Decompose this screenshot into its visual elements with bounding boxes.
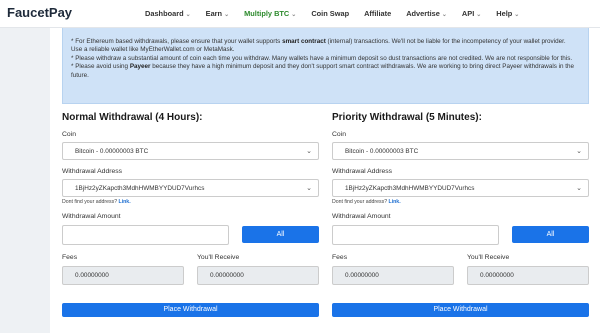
chevron-down-icon: ⌄ xyxy=(441,12,447,18)
notice-line-1: * For Ethereum based withdrawals, please… xyxy=(71,38,580,46)
brand-logo[interactable]: FaucetPay xyxy=(7,5,72,20)
fees-value: 0.00000000 xyxy=(62,266,184,285)
receive-label: You'll Receive xyxy=(467,254,510,261)
receive-box: You'll Receive 0.00000000 xyxy=(197,254,319,285)
nav-coin-swap-label: Coin Swap xyxy=(311,9,350,18)
withdrawal-notice: * For Ethereum based withdrawals, please… xyxy=(62,28,589,104)
address-help-link[interactable]: Link. xyxy=(119,199,131,205)
notice-text: * For Ethereum based withdrawals, please… xyxy=(71,38,283,45)
normal-withdrawal-form: Normal Withdrawal (4 Hours): Coin Bitcoi… xyxy=(62,112,319,317)
nav-advertise-label: Advertise xyxy=(406,9,440,18)
address-help: Dont find your address? Link. xyxy=(332,199,589,205)
address-help: Dont find your address? Link. xyxy=(62,199,319,205)
notice-text: * Please avoid using xyxy=(71,63,130,71)
nav-help-label: Help xyxy=(496,9,513,18)
address-label: Withdrawal Address xyxy=(332,168,393,175)
chevron-down-icon: ⌄ xyxy=(476,12,482,18)
address-select[interactable]: 1BjHz2yZKapcth3MdhHWMBYYDUD7Vurhcs ⌄ xyxy=(62,179,319,197)
place-withdrawal-button[interactable]: Place Withdrawal xyxy=(332,303,589,317)
receive-box: You'll Receive 0.00000000 xyxy=(467,254,589,285)
nav-advertise[interactable]: Advertise ⌄ xyxy=(406,9,447,18)
receive-value: 0.00000000 xyxy=(467,266,589,285)
chevron-down-icon: ⌄ xyxy=(306,148,312,155)
coin-select[interactable]: Bitcoin - 0.00000003 BTC ⌄ xyxy=(62,142,319,160)
fees-box: Fees 0.00000000 xyxy=(62,254,184,285)
all-button[interactable]: All xyxy=(242,226,319,243)
nav-dashboard[interactable]: Dashboard ⌄ xyxy=(145,9,191,18)
notice-bold: smart contract xyxy=(282,38,326,45)
fees-label: Fees xyxy=(62,254,78,261)
coin-select[interactable]: Bitcoin - 0.00000003 BTC ⌄ xyxy=(332,142,589,160)
chevron-down-icon: ⌄ xyxy=(224,12,230,18)
chevron-down-icon: ⌄ xyxy=(576,185,582,192)
nav-dashboard-label: Dashboard xyxy=(145,9,184,18)
address-select-value: 1BjHz2yZKapcth3MdhHWMBYYDUD7Vurhcs xyxy=(75,185,205,192)
receive-value: 0.00000000 xyxy=(197,266,319,285)
amount-input[interactable] xyxy=(332,225,499,245)
amount-label: Withdrawal Amount xyxy=(62,213,121,220)
withdraw-content: * For Ethereum based withdrawals, please… xyxy=(50,28,600,333)
address-help-text: Dont find your address? xyxy=(332,199,388,205)
all-button[interactable]: All xyxy=(512,226,589,243)
main-nav: Dashboard ⌄ Earn ⌄ Multiply BTC ⌄ Coin Swap… xyxy=(145,9,534,18)
address-select-value: 1BjHz2yZKapcth3MdhHWMBYYDUD7Vurhcs xyxy=(345,185,475,192)
place-withdrawal-button[interactable]: Place Withdrawal xyxy=(62,303,319,317)
priority-withdrawal-form: Priority Withdrawal (5 Minutes): Coin Bi… xyxy=(332,112,589,317)
notice-text: (internal) transactions. We'll not be li… xyxy=(325,38,566,45)
chevron-down-icon: ⌄ xyxy=(576,148,582,155)
amount-input[interactable] xyxy=(62,225,229,245)
nav-affiliate[interactable]: Affiliate xyxy=(364,9,391,18)
nav-multiply-btc[interactable]: Multiply BTC ⌄ xyxy=(244,9,296,18)
address-label: Withdrawal Address xyxy=(62,168,123,175)
notice-line-4: * Please avoid using Payeer because they… xyxy=(71,63,580,80)
amount-label: Withdrawal Amount xyxy=(332,213,391,220)
address-help-link[interactable]: Link. xyxy=(389,199,401,205)
amount-row: All xyxy=(62,225,319,245)
coin-label: Coin xyxy=(332,131,346,138)
top-navbar: FaucetPay Dashboard ⌄ Earn ⌄ Multiply BTC ⌄… xyxy=(0,0,600,28)
coin-label: Coin xyxy=(62,131,76,138)
fees-row: Fees 0.00000000 You'll Receive 0.0000000… xyxy=(62,254,319,285)
fees-row: Fees 0.00000000 You'll Receive 0.0000000… xyxy=(332,254,589,285)
nav-earn-label: Earn xyxy=(205,9,223,18)
notice-line-3: * Please withdraw a substantial amount o… xyxy=(71,54,573,62)
chevron-down-icon: ⌄ xyxy=(306,185,312,192)
notice-line-2: Use a reliable wallet like MyEtherWallet… xyxy=(71,46,235,54)
chevron-down-icon: ⌄ xyxy=(514,12,520,18)
fees-label: Fees xyxy=(332,254,348,261)
chevron-down-icon: ⌄ xyxy=(185,12,191,18)
priority-withdrawal-title: Priority Withdrawal (5 Minutes): xyxy=(332,112,482,123)
coin-select-value: Bitcoin - 0.00000003 BTC xyxy=(75,148,149,155)
nav-earn[interactable]: Earn ⌄ xyxy=(206,9,229,18)
nav-coin-swap[interactable]: Coin Swap xyxy=(311,9,349,18)
address-help-text: Dont find your address? xyxy=(62,199,118,205)
fees-value: 0.00000000 xyxy=(332,266,454,285)
nav-affiliate-label: Affiliate xyxy=(364,9,392,18)
fees-box: Fees 0.00000000 xyxy=(332,254,454,285)
nav-help[interactable]: Help ⌄ xyxy=(496,9,519,18)
chevron-down-icon: ⌄ xyxy=(291,12,297,18)
normal-withdrawal-title: Normal Withdrawal (4 Hours): xyxy=(62,112,203,123)
notice-bold: Payeer xyxy=(129,63,151,71)
amount-row: All xyxy=(332,225,589,245)
receive-label: You'll Receive xyxy=(197,254,240,261)
coin-select-value: Bitcoin - 0.00000003 BTC xyxy=(345,148,419,155)
nav-multiply-btc-label: Multiply BTC xyxy=(244,9,290,18)
nav-api[interactable]: API ⌄ xyxy=(462,9,481,18)
nav-api-label: API xyxy=(461,9,475,18)
address-select[interactable]: 1BjHz2yZKapcth3MdhHWMBYYDUD7Vurhcs ⌄ xyxy=(332,179,589,197)
